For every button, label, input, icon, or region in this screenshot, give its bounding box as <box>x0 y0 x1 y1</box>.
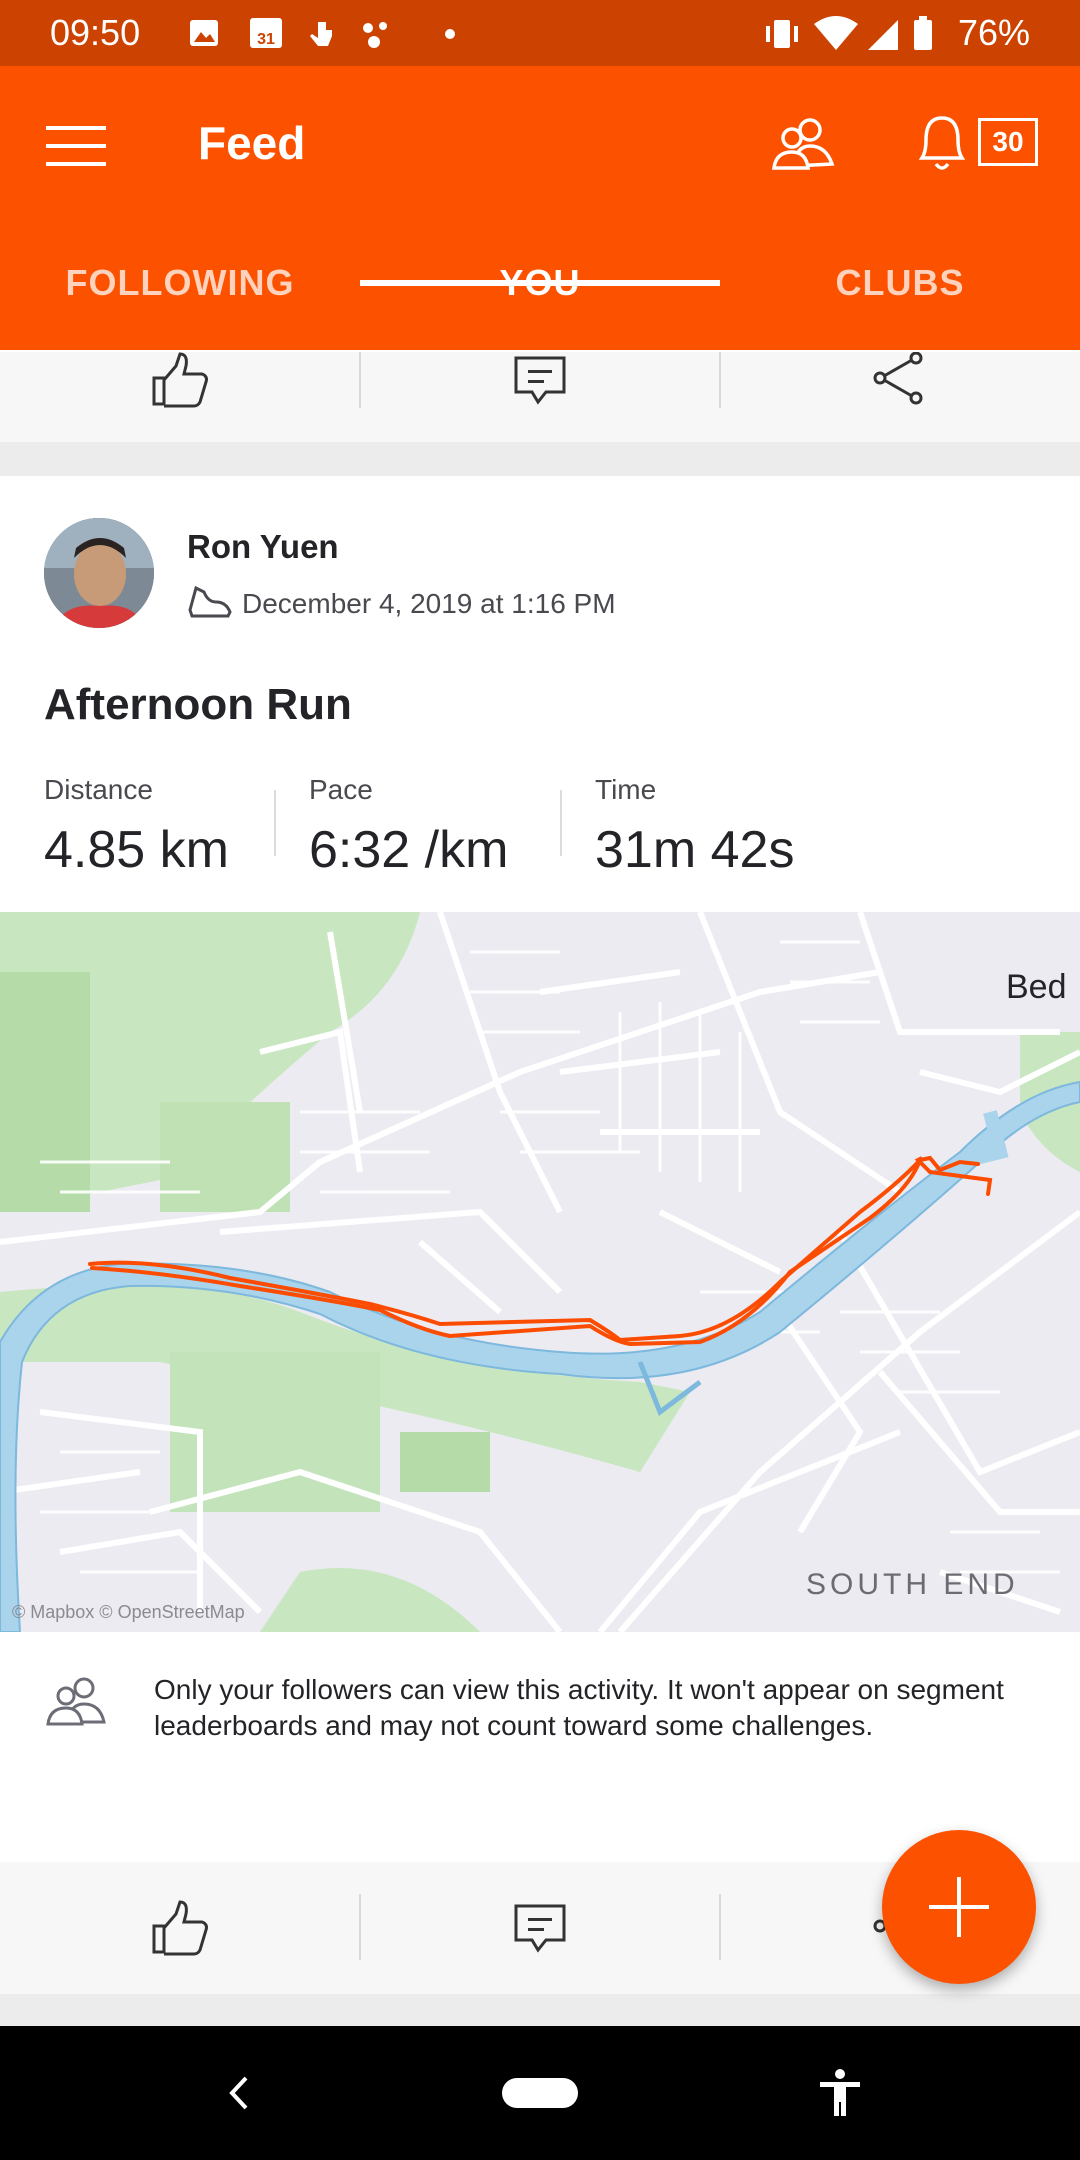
bell-icon[interactable] <box>914 112 970 174</box>
stat-label-pace: Pace <box>309 774 373 805</box>
calendar-day-icon: 31 <box>257 31 275 48</box>
park-area <box>0 972 90 1212</box>
avatar[interactable] <box>44 518 154 628</box>
tab-clubs[interactable]: CLUBS <box>720 262 1080 304</box>
plus-icon <box>929 1877 989 1937</box>
stat-label-time: Time <box>595 774 657 805</box>
app-bar: Feed 30 FOLLOWING YOU CLUBS <box>0 66 1080 350</box>
comment-icon[interactable] <box>514 356 566 406</box>
status-time: 09:50 <box>50 12 141 53</box>
activity-date: December 4, 2019 at 1:16 PM <box>242 588 616 619</box>
stat-value-time: 31m 42s <box>595 821 795 879</box>
accessibility-icon[interactable] <box>818 2068 862 2118</box>
thumbs-up-icon[interactable] <box>150 1900 210 1956</box>
action-divider <box>359 352 361 408</box>
back-icon[interactable] <box>226 2074 252 2112</box>
card-separator <box>0 442 1080 476</box>
home-button[interactable] <box>502 2078 578 2108</box>
friends-icon <box>46 1677 106 1726</box>
notification-count-badge[interactable]: 30 <box>978 118 1038 166</box>
map-place-label: Bed <box>1006 968 1067 1006</box>
park-area <box>260 1568 480 1632</box>
active-tab-indicator <box>360 280 720 286</box>
action-divider <box>359 1894 361 1960</box>
page-title: Feed <box>198 117 306 169</box>
activity-title[interactable]: Afternoon Run <box>44 680 352 730</box>
friends-icon[interactable] <box>770 116 836 172</box>
comment-icon[interactable] <box>514 1904 566 1954</box>
map-attribution: © Mapbox © OpenStreetMap <box>12 1602 245 1622</box>
stat-value-distance: 4.85 km <box>44 821 229 879</box>
share-icon[interactable] <box>872 352 928 408</box>
status-system-icons <box>766 16 932 50</box>
athlete-name[interactable]: Ron Yuen <box>187 528 339 566</box>
park-area <box>160 1102 290 1212</box>
battery-level: 76% <box>957 12 1030 53</box>
avatar-image <box>44 518 154 628</box>
menu-icon[interactable] <box>44 122 108 170</box>
add-activity-button[interactable] <box>882 1830 1036 1984</box>
park-area <box>400 1432 490 1492</box>
card-separator <box>0 1994 1080 2026</box>
shoe-icon <box>188 585 232 618</box>
tab-following[interactable]: FOLLOWING <box>0 262 360 304</box>
route-map[interactable]: Bed SOUTH END © Mapbox © OpenStreetMap <box>0 912 1080 1632</box>
action-divider <box>719 1894 721 1960</box>
previous-activity-actions <box>0 352 1080 442</box>
action-divider <box>719 352 721 408</box>
map-place-label: SOUTH END <box>806 1568 1019 1601</box>
stat-divider <box>560 790 562 856</box>
status-bar: 09:50 31 76% <box>0 0 1080 66</box>
stat-value-pace: 6:32 /km <box>309 821 509 879</box>
privacy-notice: Only your followers can view this activi… <box>154 1674 1004 1741</box>
map-canvas: Bed SOUTH END © Mapbox © OpenStreetMap <box>0 912 1080 1632</box>
stat-divider <box>274 790 276 856</box>
stat-label-distance: Distance <box>44 774 153 805</box>
status-notification-icons: 31 <box>190 18 455 48</box>
thumbs-up-icon[interactable] <box>150 352 210 408</box>
system-nav-bar <box>0 2026 1080 2160</box>
